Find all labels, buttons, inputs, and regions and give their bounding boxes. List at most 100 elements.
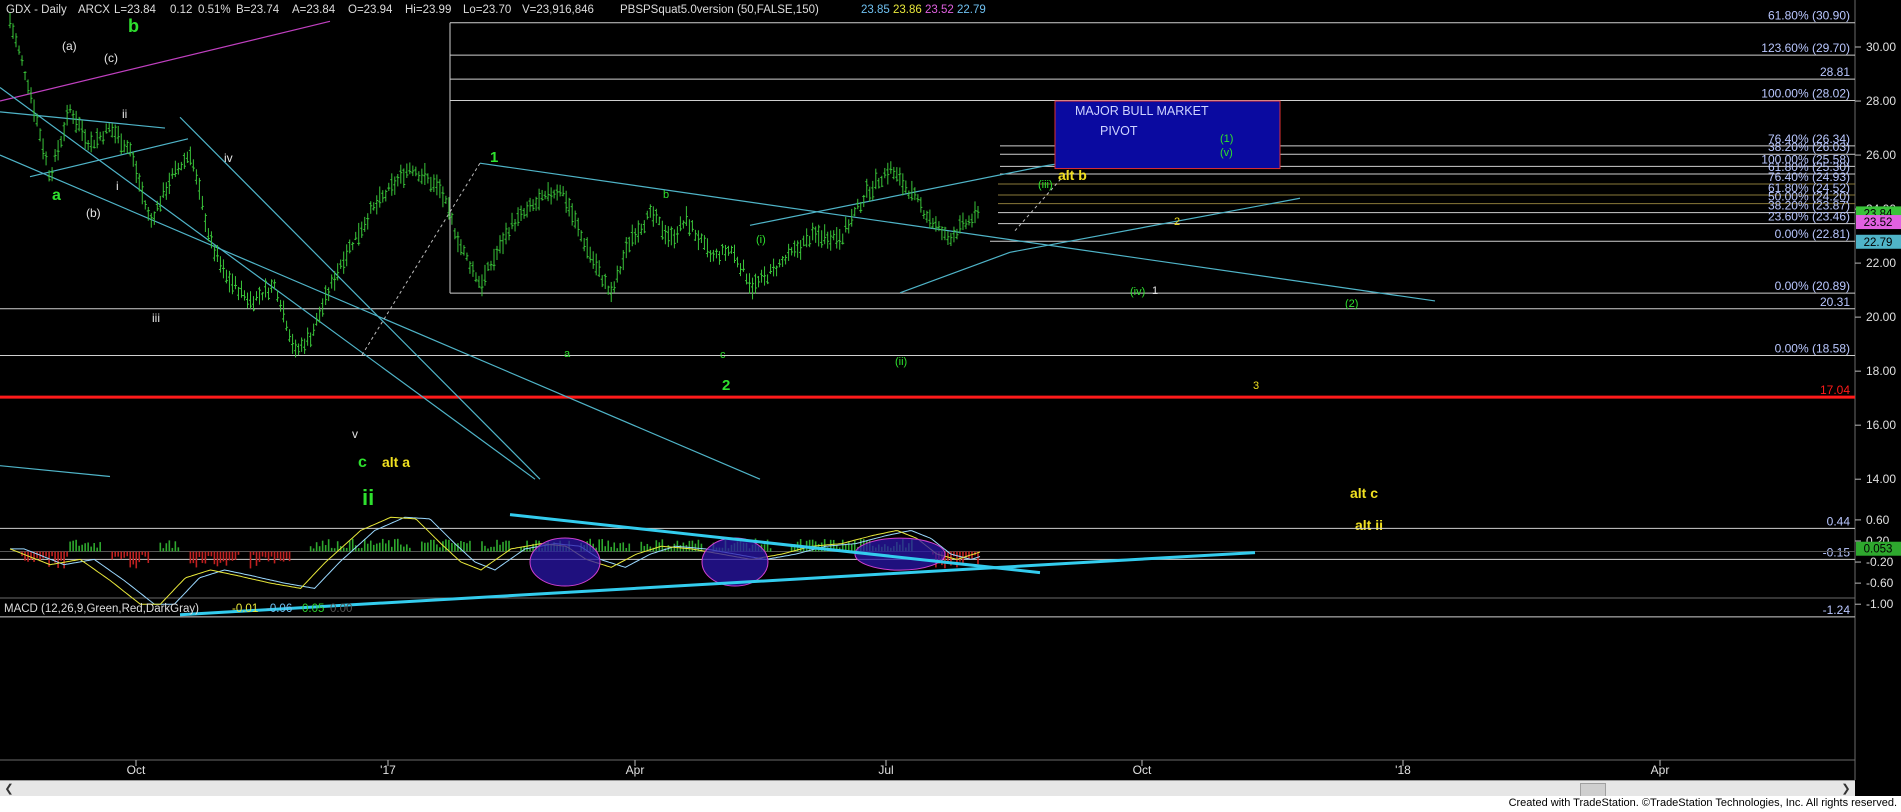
price-tick-label-8: 14.00 [1866,472,1896,486]
time-label-0: Oct [127,763,146,777]
time-scrollbar[interactable]: ❮ ❯ [0,780,1855,797]
wave-label-4: c [358,454,367,471]
fib-label-2: 28.81 [1820,65,1850,79]
header-change-pct: 0.51% [198,4,231,16]
macd-tick-label-4: -1.00 [1866,597,1894,611]
header-ind-value-2: 23.86 [893,4,922,16]
wave-label-0: b [128,16,139,36]
wave-label-5: ii [362,485,374,510]
header-low: Lo=23.70 [463,4,511,16]
time-label-6: Apr [1651,763,1670,777]
wave-label-12: (b) [86,206,101,220]
macd-level-label-0: 0.44 [1827,514,1851,528]
wave-label-28: (1) [1220,133,1233,145]
price-badge-label-2: 22.79 [1864,237,1893,249]
wave-label-27: 3 [1253,380,1259,392]
header-ind-value-4: 22.79 [957,4,986,16]
wave-label-17: v [352,427,358,441]
footer: Created with TradeStation. ©TradeStation… [0,796,1901,812]
header-last: L=23.84 [114,4,156,16]
scroll-right-arrow-icon[interactable]: ❯ [1840,781,1852,797]
wave-label-1: a [52,187,61,204]
price-tick-label-0: 30.00 [1866,40,1896,54]
header-ind-value-3: 23.52 [925,4,954,16]
fib-label-3: 100.00% (28.02) [1761,86,1850,100]
chart-background [0,0,1901,780]
wave-label-21: (i) [756,234,766,246]
wave-label-2: 1 [490,149,498,166]
header-ask: A=23.84 [292,4,336,16]
wave-label-13: ii [122,107,127,121]
footer-copyright: Created with TradeStation. ©TradeStation… [1508,797,1897,809]
price-tick-label-2: 26.00 [1866,148,1896,162]
pivot-box-subtitle: PIVOT [1100,124,1138,138]
fib-label-1: 123.60% (29.70) [1761,41,1850,55]
time-label-4: Oct [1133,763,1152,777]
fib-label-0: 61.80% (30.90) [1768,9,1850,23]
price-tick-label-7: 16.00 [1866,418,1896,432]
fib-label-16: 0.00% (18.58) [1775,341,1850,355]
header-symbol: GDX - Daily [6,4,67,16]
wave-label-24: (iv) [1130,286,1145,298]
header-open: O=23.94 [348,4,393,16]
time-label-1: '17 [380,763,396,777]
wave-label-10: (a) [62,39,77,53]
wave-label-29: (v) [1220,147,1233,159]
macd-value-2: -0.06 [266,603,292,615]
wave-label-26: 2 [1174,216,1180,228]
header-high: Hi=23.99 [405,4,451,16]
macd-level-label-1: -0.15 [1823,545,1851,559]
fib-label-14: 0.00% (20.89) [1775,279,1850,293]
wave-label-15: iv [224,151,233,165]
macd-label: MACD (12,26,9,Green,Red,DarkGray) [4,603,199,615]
wave-label-8: alt c [1350,485,1378,501]
price-tick-label-4: 22.00 [1866,256,1896,270]
wave-label-7: alt b [1058,167,1087,183]
wave-label-19: b [663,189,669,201]
wave-label-22: (ii) [895,356,907,368]
macd-tick-label-0: 0.60 [1866,513,1890,527]
header-volume: V=23,916,846 [522,4,594,16]
macd-level-label-2: -1.24 [1823,603,1851,617]
time-label-2: Apr [626,763,645,777]
wave-label-11: (c) [104,51,118,65]
wave-label-3: 2 [722,377,730,394]
header-ind-value-1: 23.85 [861,4,890,16]
pivot-box-title: MAJOR BULL MARKET [1075,104,1209,118]
wave-label-23: (iii) [1038,179,1053,191]
macd-value-1: -0.01 [232,603,258,615]
price-tick-label-6: 18.00 [1866,364,1896,378]
macd-badge-label: 0.053 [1864,544,1893,556]
header-indicator: PBSPSquat5.0version (50,FALSE,150) [620,4,819,16]
fib-label-17: 17.04 [1820,383,1850,397]
macd-ellipse-0 [529,537,601,587]
scroll-thumb[interactable] [1580,783,1606,797]
macd-value-3: 0.05 [302,603,324,615]
fib-label-12: 23.60% (23.46) [1768,210,1850,224]
macd-tick-label-2: -0.20 [1866,555,1894,569]
pivot-box: MAJOR BULL MARKET PIVOT [1054,100,1281,170]
price-tick-label-5: 20.00 [1866,310,1896,324]
time-label-3: Jul [878,763,893,777]
header-bid: B=23.74 [236,4,280,16]
wave-label-25: 1 [1152,285,1158,297]
wave-label-30: (2) [1345,298,1358,310]
price-tick-label-1: 28.00 [1866,94,1896,108]
fib-label-13: 0.00% (22.81) [1775,227,1850,241]
price-chart: 61.80% (30.90) 123.60% (29.70) 28.81 100.00… [0,0,1901,780]
macd-value-4: 0.00 [330,603,352,615]
time-label-5: '18 [1395,763,1411,777]
wave-label-16: iii [152,311,160,325]
header-change: 0.12 [170,4,192,16]
wave-label-18: a [564,348,571,360]
wave-label-9: alt ii [1355,517,1383,533]
header-exchange: ARCX [78,4,110,16]
fib-label-15: 20.31 [1820,295,1850,309]
wave-label-14: i [116,179,119,193]
scroll-left-arrow-icon[interactable]: ❮ [3,781,15,797]
wave-label-6: alt a [382,454,410,470]
macd-ellipse-1 [701,537,769,587]
wave-label-20: c [720,349,726,361]
macd-tick-label-3: -0.60 [1866,576,1894,590]
price-badge-label-1: 23.52 [1864,217,1893,229]
